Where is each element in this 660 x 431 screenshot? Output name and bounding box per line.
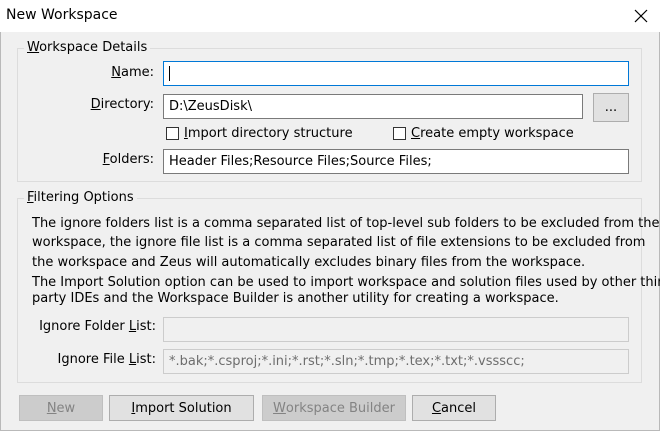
name-input[interactable]: [163, 61, 629, 86]
folders-input[interactable]: Header Files;Resource Files;Source Files…: [163, 149, 629, 174]
filtering-options-legend: Filtering Options: [24, 190, 137, 205]
import-directory-label[interactable]: Import directory structure: [184, 126, 353, 141]
close-icon: [634, 9, 648, 23]
filtering-description-line: The ignore folders list is a comma separ…: [32, 216, 660, 231]
ignore-file-list-label: Ignore File List:: [57, 352, 156, 367]
text-caret: [169, 66, 170, 81]
create-empty-label[interactable]: Create empty workspace: [411, 126, 574, 141]
filtering-description-line: workspace, the ignore file list is a com…: [32, 235, 646, 250]
window-title: New Workspace: [6, 7, 118, 23]
close-button[interactable]: [622, 0, 660, 32]
window-border-left: [0, 32, 1, 431]
filtering-description-line: party IDEs and the Workspace Builder is …: [32, 291, 559, 306]
directory-input[interactable]: D:\ZeusDisk\: [163, 94, 583, 119]
import-directory-checkbox[interactable]: [166, 127, 179, 140]
cancel-button[interactable]: Cancel: [412, 395, 496, 421]
folders-label: Folders:: [102, 152, 154, 167]
name-label: Name:: [111, 65, 154, 80]
title-bar: New Workspace: [0, 0, 660, 32]
ignore-folder-list-input[interactable]: [163, 317, 629, 342]
browse-button[interactable]: ...: [593, 93, 629, 122]
workspace-details-legend: Workspace Details: [24, 40, 151, 55]
workspace-builder-button[interactable]: Workspace Builder: [262, 395, 406, 421]
directory-label: Directory:: [90, 97, 154, 112]
create-empty-checkbox[interactable]: [393, 127, 406, 140]
filtering-description-line: the workspace and Zeus will automaticall…: [32, 255, 586, 270]
import-solution-button[interactable]: Import Solution: [109, 395, 254, 421]
ignore-file-list-input[interactable]: *.bak;*.csproj;*.ini;*.rst;*.sln;*.tmp;*…: [163, 349, 629, 374]
new-button[interactable]: New: [19, 395, 103, 421]
ignore-folder-list-label: Ignore Folder List:: [39, 319, 156, 334]
